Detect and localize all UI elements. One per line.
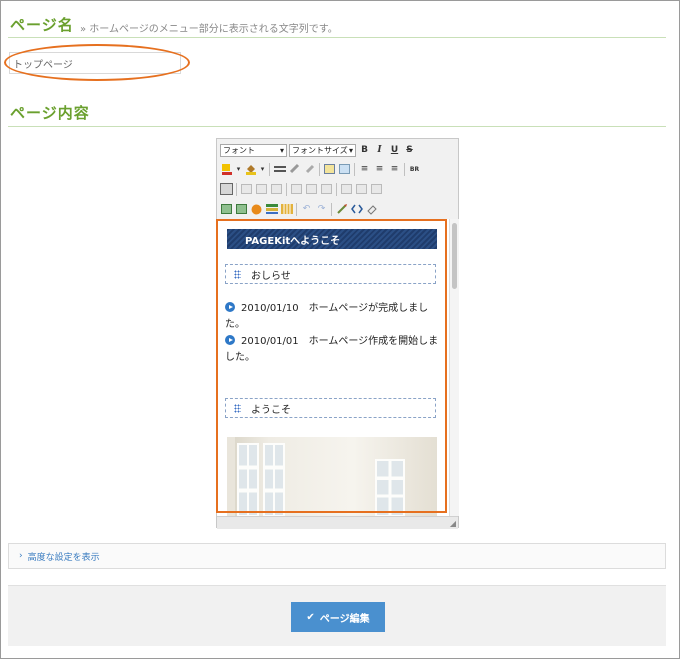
cleanup-brush-icon[interactable] [335, 203, 348, 216]
play-icon [225, 302, 235, 312]
editor-statusbar: ◢ [217, 516, 458, 529]
page-name-input[interactable] [9, 52, 181, 74]
page-name-hint: » ホームページのメニュー部分に表示される文字列です。 [80, 24, 338, 35]
align-center-icon[interactable]: ≡ [373, 163, 386, 176]
source-code-icon[interactable] [350, 203, 363, 216]
resize-grip-icon[interactable]: ◢ [450, 519, 456, 528]
toolbar-row: ▾ ▾ ≡ ≡ ≡ BR [220, 161, 421, 177]
cell-props-icon[interactable] [370, 183, 383, 196]
row-insert-icon[interactable] [240, 183, 253, 196]
check-icon: ✔ [306, 611, 315, 623]
chevron-down-icon[interactable]: ▾ [235, 163, 242, 176]
toolbar-row [220, 181, 383, 197]
rich-text-editor: フォント ▾ フォントサイズ ▾ B I U S ▾ ▾ ≡ ≡ ≡ BR ↶ … [216, 138, 459, 529]
italic-button[interactable]: I [373, 144, 386, 157]
horizontal-rule-icon[interactable] [273, 163, 286, 176]
table-icon[interactable] [323, 163, 336, 176]
image-insert-icon[interactable] [235, 203, 248, 216]
toolbar-row: フォント ▾ フォントサイズ ▾ B I U S [220, 142, 416, 158]
line-break-icon[interactable]: BR [408, 163, 421, 176]
cell-split-icon[interactable] [340, 183, 353, 196]
advanced-settings-toggle[interactable]: › 高度な設定を表示 [8, 543, 666, 569]
editor-content[interactable]: PAGEKitへようこそ おしらせ 2010/01/10 ホームページが完成しま… [217, 219, 449, 516]
grid-icon [234, 403, 241, 413]
media-icon[interactable] [250, 203, 263, 216]
background-color-icon[interactable] [244, 163, 257, 176]
text-color-icon[interactable] [220, 163, 233, 176]
align-right-icon[interactable]: ≡ [388, 163, 401, 176]
page-name-heading: ページ名 [10, 16, 74, 34]
undo-icon[interactable]: ↶ [300, 203, 313, 216]
col-props-icon[interactable] [320, 183, 333, 196]
eraser-icon[interactable] [365, 203, 378, 216]
grid-icon [234, 269, 241, 279]
play-icon [225, 335, 235, 345]
news-box-header: おしらせ [225, 264, 436, 284]
form-footer: ✔ ページ編集 [8, 585, 666, 646]
redo-icon[interactable]: ↷ [315, 203, 328, 216]
chevron-right-icon: › [19, 551, 23, 561]
bold-button[interactable]: B [358, 144, 371, 157]
divider [8, 126, 666, 127]
news-item: 2010/01/01 ホームページ作成を開始しました。 [225, 335, 439, 363]
image-icon[interactable] [220, 203, 233, 216]
font-family-select[interactable]: フォント ▾ [220, 143, 287, 157]
news-item: 2010/01/10 ホームページが完成しました。 [225, 302, 429, 330]
toolbar-row: ↶ ↷ [220, 201, 378, 217]
col-insert-icon[interactable] [290, 183, 303, 196]
page-content-heading: ページ内容 [10, 104, 90, 122]
scroll-thumb[interactable] [452, 223, 457, 289]
welcome-box-header: ようこそ [225, 398, 436, 418]
editor-scrollbar[interactable] [449, 219, 459, 516]
underline-button[interactable]: U [388, 144, 401, 157]
advanced-settings-label: 高度な設定を表示 [27, 552, 100, 563]
cell-merge-icon[interactable] [355, 183, 368, 196]
welcome-box-title: ようこそ [251, 404, 291, 416]
room-photo [227, 437, 437, 516]
widget-icon[interactable] [280, 203, 293, 216]
table-grid-icon[interactable] [220, 183, 233, 196]
chevron-down-icon[interactable]: ▾ [259, 163, 266, 176]
table-edit-icon[interactable] [338, 163, 351, 176]
divider [8, 37, 666, 38]
news-box-title: おしらせ [251, 270, 291, 282]
welcome-banner: PAGEKitへようこそ [227, 229, 437, 249]
col-delete-icon[interactable] [305, 183, 318, 196]
font-size-select[interactable]: フォントサイズ ▾ [289, 143, 356, 157]
strikethrough-button[interactable]: S [403, 144, 416, 157]
layout-icon[interactable] [265, 203, 278, 216]
row-props-icon[interactable] [270, 183, 283, 196]
align-left-icon[interactable]: ≡ [358, 163, 371, 176]
edit-page-button-label: ページ編集 [319, 613, 370, 625]
row-delete-icon[interactable] [255, 183, 268, 196]
link-icon[interactable] [288, 163, 301, 176]
unlink-icon[interactable] [303, 163, 316, 176]
edit-page-button[interactable]: ✔ ページ編集 [291, 602, 385, 632]
